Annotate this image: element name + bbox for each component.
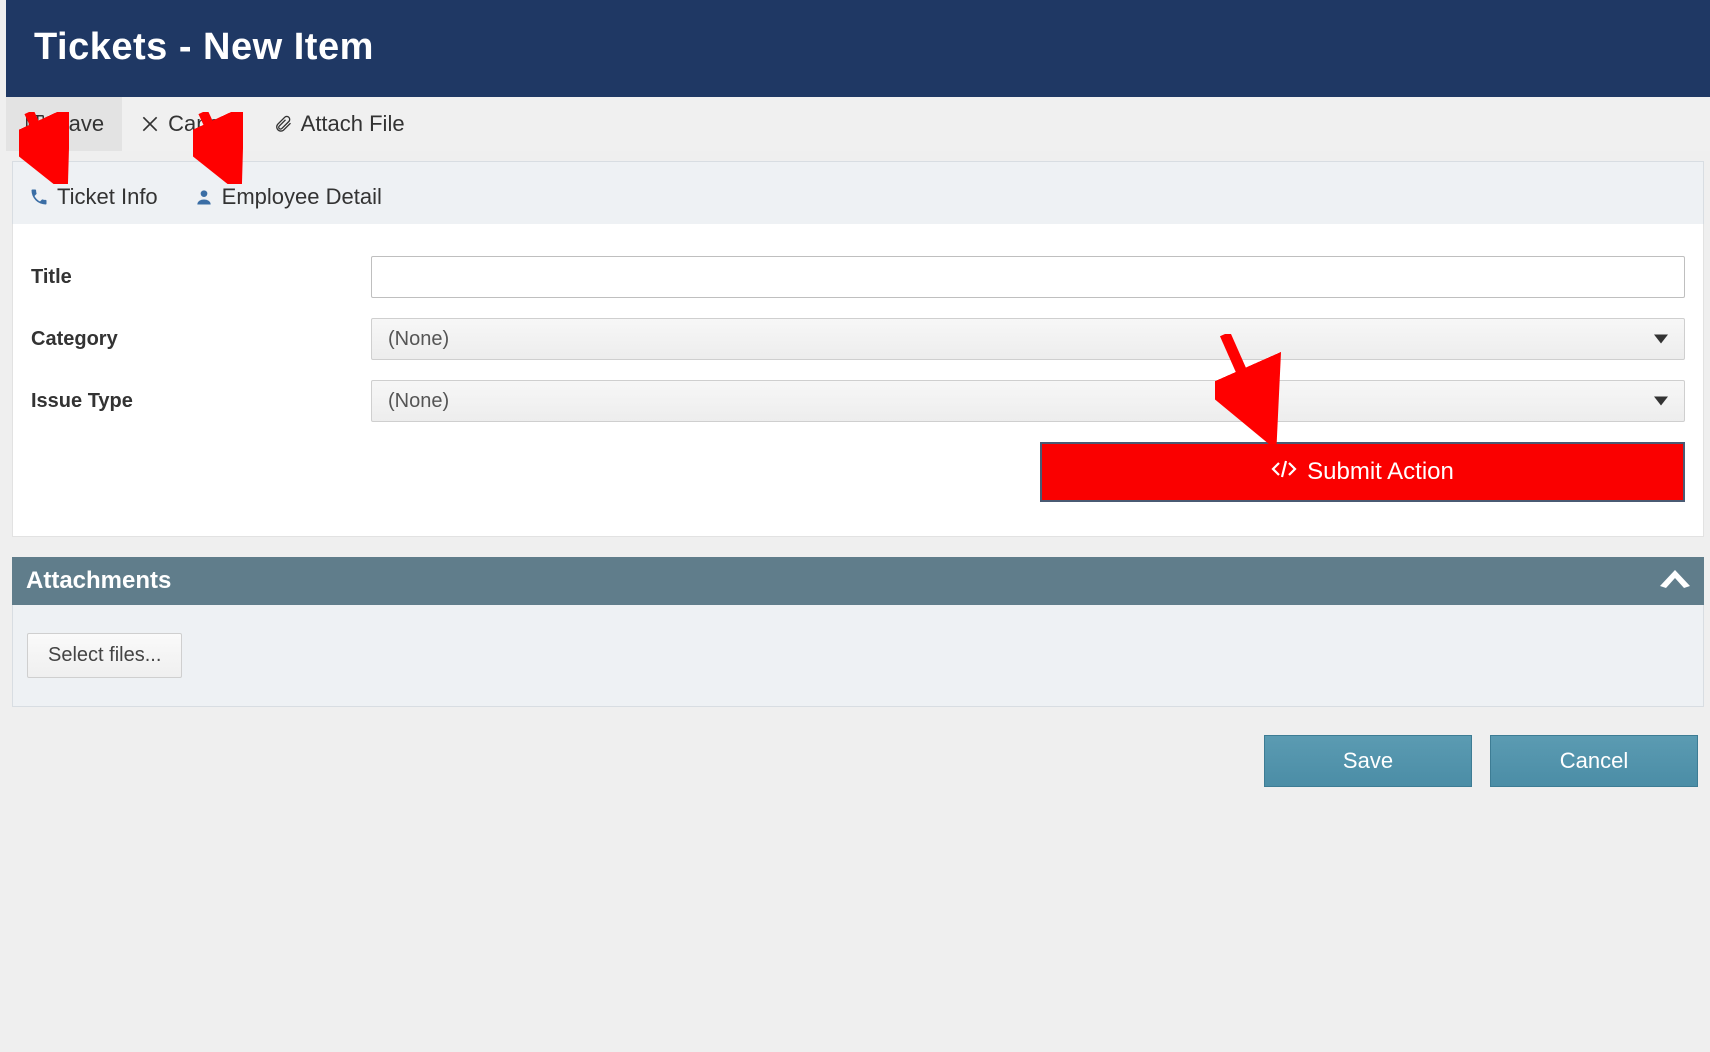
user-icon bbox=[194, 187, 214, 207]
cancel-button-footer[interactable]: Cancel bbox=[1490, 735, 1698, 787]
page: Tickets - New Item Save Cancel bbox=[0, 0, 1710, 807]
cancel-button-footer-label: Cancel bbox=[1560, 748, 1628, 774]
title-input[interactable] bbox=[371, 256, 1685, 298]
paperclip-icon bbox=[273, 113, 293, 135]
footer-actions: Save Cancel bbox=[12, 707, 1704, 797]
category-select[interactable]: (None) bbox=[371, 318, 1685, 360]
tab-bar: Ticket Info Employee Detail bbox=[12, 161, 1704, 224]
category-select-value: (None) bbox=[388, 328, 449, 351]
title-label: Title bbox=[31, 266, 371, 289]
chevron-down-icon bbox=[1654, 390, 1668, 413]
attachments-header[interactable]: Attachments bbox=[12, 557, 1704, 605]
save-icon bbox=[24, 113, 46, 135]
cancel-button-top-label: Cancel bbox=[168, 111, 236, 137]
issue-type-label: Issue Type bbox=[31, 390, 371, 413]
form-panel: Title Category (None) Issue Type bbox=[12, 224, 1704, 537]
title-row: Title bbox=[31, 256, 1685, 298]
chevron-up-icon bbox=[1660, 567, 1690, 595]
save-button-footer-label: Save bbox=[1343, 748, 1393, 774]
submit-action-label: Submit Action bbox=[1307, 458, 1454, 486]
toolbar: Save Cancel Attach File bbox=[6, 97, 1710, 151]
category-label: Category bbox=[31, 328, 371, 351]
attachments-body: Select files... bbox=[12, 605, 1704, 707]
close-icon bbox=[140, 114, 160, 134]
issue-type-select-value: (None) bbox=[388, 390, 449, 413]
select-files-button-label: Select files... bbox=[48, 644, 161, 666]
attach-file-button[interactable]: Attach File bbox=[255, 97, 423, 151]
save-button-label: Save bbox=[54, 111, 104, 137]
attachments-title: Attachments bbox=[26, 567, 171, 595]
tab-ticket-info[interactable]: Ticket Info bbox=[29, 184, 158, 210]
submit-action-button[interactable]: Submit Action bbox=[1040, 442, 1685, 502]
issue-type-row: Issue Type (None) bbox=[31, 380, 1685, 422]
page-header: Tickets - New Item bbox=[6, 0, 1710, 97]
chevron-down-icon bbox=[1654, 328, 1668, 351]
category-row: Category (None) bbox=[31, 318, 1685, 360]
content-area: Ticket Info Employee Detail bbox=[6, 151, 1710, 807]
save-button[interactable]: Save bbox=[6, 97, 122, 151]
tab-ticket-info-label: Ticket Info bbox=[57, 184, 158, 210]
tab-employee-detail-label: Employee Detail bbox=[222, 184, 382, 210]
cancel-button-top[interactable]: Cancel bbox=[122, 97, 254, 151]
submit-row: Submit Action bbox=[31, 442, 1685, 502]
code-icon bbox=[1271, 458, 1297, 486]
select-files-button[interactable]: Select files... bbox=[27, 633, 182, 678]
page-title: Tickets - New Item bbox=[34, 26, 1682, 69]
issue-type-select[interactable]: (None) bbox=[371, 380, 1685, 422]
save-button-footer[interactable]: Save bbox=[1264, 735, 1472, 787]
tab-employee-detail[interactable]: Employee Detail bbox=[194, 184, 382, 210]
attach-file-button-label: Attach File bbox=[301, 111, 405, 137]
phone-icon bbox=[29, 187, 49, 207]
